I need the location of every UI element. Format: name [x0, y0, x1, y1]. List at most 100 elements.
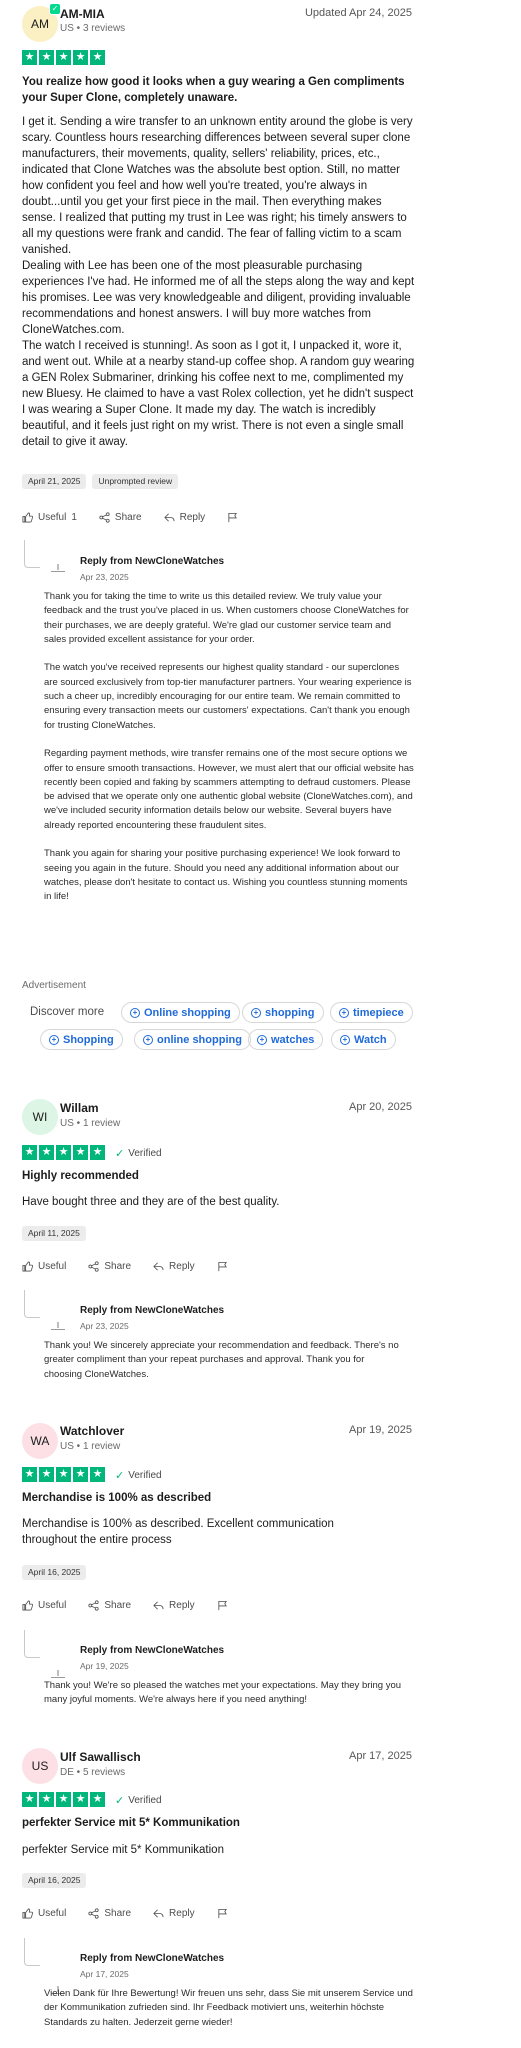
checkmark-icon: ✓ [115, 1795, 125, 1807]
reply-connector [24, 1630, 40, 1658]
share-button[interactable]: Share [88, 1261, 131, 1272]
share-button[interactable]: Share [88, 1600, 131, 1611]
share-button[interactable]: Share [99, 512, 142, 523]
useful-button[interactable]: Useful 1 [22, 512, 77, 523]
review-tags: April 11, 2025 [22, 1223, 86, 1241]
star-icon: ★ [73, 1792, 88, 1807]
reply-date: Apr 17, 2025 [80, 1969, 129, 1979]
reviewer-meta: US • 1 review [60, 1118, 121, 1129]
star-icon: ★ [39, 1467, 54, 1482]
review-date: Apr 17, 2025 [349, 1750, 412, 1762]
reply-connector [24, 1938, 40, 1966]
review-body: I get it. Sending a wire transfer to an … [22, 116, 415, 448]
share-icon [88, 1600, 99, 1611]
plus-circle-icon: + [257, 1034, 267, 1045]
reply-button[interactable]: Reply [163, 512, 205, 523]
avatar[interactable]: AM ✓ [22, 3, 61, 42]
review-title[interactable]: You realize how good it looks when a guy… [22, 74, 422, 106]
reply-button[interactable]: Reply [153, 1908, 195, 1919]
verified-badge[interactable]: ✓ Verified [115, 1794, 162, 1807]
star-icon: ★ [22, 1467, 37, 1482]
reviewer-name[interactable]: AM-MIA [60, 7, 105, 21]
checkmark-icon: ✓ [115, 1470, 125, 1482]
flag-icon [218, 1261, 227, 1272]
plus-circle-icon: + [340, 1034, 350, 1045]
reply-button[interactable]: Reply [153, 1261, 195, 1272]
star-rating: ★ ★ ★ ★ ★ [22, 1467, 105, 1482]
advertisement-label: Advertisement [22, 980, 86, 991]
discover-more-label: Discover more [30, 1006, 105, 1018]
discover-pill[interactable]: + Shopping [40, 1029, 123, 1050]
reply-button[interactable]: Reply [153, 1600, 195, 1611]
thumbs-up-icon [22, 1261, 33, 1272]
experience-date-chip: April 11, 2025 [22, 1226, 86, 1241]
reply-text: Vielen Dank für Ihre Bewertung! Wir freu… [44, 1988, 413, 2028]
reviewer-name[interactable]: Watchlover [60, 1424, 124, 1438]
reply-text: Thank you for taking the time to write u… [44, 591, 414, 903]
plus-circle-icon: + [49, 1034, 59, 1045]
report-button[interactable] [217, 1908, 228, 1919]
review-body: perfekter Service mit 5* Kommunikation [22, 1844, 224, 1856]
plus-circle-icon: + [251, 1007, 261, 1018]
share-icon [88, 1261, 99, 1272]
useful-button[interactable]: Useful [22, 1600, 66, 1611]
flag-icon [218, 1908, 227, 1919]
star-icon: ★ [73, 50, 88, 65]
star-icon: ★ [22, 1792, 37, 1807]
verified-badge[interactable]: ✓ Verified [115, 1147, 162, 1160]
plus-circle-icon: + [339, 1007, 349, 1018]
avatar[interactable]: US [22, 1748, 58, 1784]
review-title[interactable]: Highly recommended [22, 1168, 139, 1184]
useful-button[interactable]: Useful [22, 1261, 66, 1272]
report-button[interactable] [217, 1600, 228, 1611]
experience-date-chip: April 16, 2025 [22, 1565, 87, 1580]
share-icon [88, 1908, 99, 1919]
useful-label: Useful [38, 512, 67, 523]
star-icon: ★ [56, 50, 71, 65]
avatar-initials: AM [31, 17, 49, 31]
reply-text: Thank you! We're so pleased the watches … [44, 1680, 402, 1706]
report-button[interactable] [227, 512, 238, 523]
reply-from: Reply from NewCloneWatches [80, 1305, 225, 1316]
reviewer-meta: US • 3 reviews [60, 23, 126, 34]
reviewer-name[interactable]: Ulf Sawallisch [60, 1750, 141, 1764]
discover-pill[interactable]: + timepiece [330, 1002, 413, 1023]
discover-pill[interactable]: + watches [248, 1029, 324, 1050]
flag-icon [218, 1600, 227, 1611]
reply-text: Thank you! We sincerely appreciate your … [44, 1340, 399, 1380]
discover-pill[interactable]: + Watch [331, 1029, 396, 1050]
review-actions: Useful 1 Share Reply [22, 512, 260, 523]
share-button[interactable]: Share [88, 1908, 131, 1919]
review-actions: Useful Share Reply [22, 1600, 250, 1611]
reply-from: Reply from NewCloneWatches [80, 1953, 225, 1964]
reviewer-name[interactable]: Willam [60, 1101, 99, 1115]
thumbs-up-icon [22, 1600, 33, 1611]
star-icon: ★ [90, 1145, 105, 1160]
discover-pill[interactable]: + Online shopping [121, 1002, 240, 1023]
avatar[interactable]: WA [22, 1423, 58, 1459]
reply-from: Reply from NewCloneWatches [80, 1645, 225, 1656]
avatar[interactable]: WI [22, 1099, 58, 1135]
star-icon: ★ [56, 1792, 71, 1807]
verified-badge[interactable]: ✓ Verified [115, 1469, 162, 1482]
discover-pill[interactable]: + shopping [242, 1002, 324, 1023]
review-tags: April 16, 2025 [22, 1870, 87, 1888]
discover-pill[interactable]: + online shopping [134, 1029, 251, 1050]
useful-button[interactable]: Useful [22, 1908, 66, 1919]
thumbs-up-icon [22, 1908, 33, 1919]
star-icon: ★ [90, 1467, 105, 1482]
reply-arrow-icon [153, 1262, 164, 1271]
report-button[interactable] [217, 1261, 228, 1272]
star-icon: ★ [39, 1145, 54, 1160]
star-icon: ★ [22, 50, 37, 65]
reviews-page: AM ✓ AM-MIA US • 3 reviews Updated Apr 2… [0, 0, 521, 2048]
star-icon: ★ [22, 1145, 37, 1160]
review-title[interactable]: perfekter Service mit 5* Kommunikation [22, 1815, 240, 1831]
company-logo-icon [51, 1670, 65, 1678]
share-label: Share [114, 512, 142, 523]
company-logo-icon [51, 1322, 65, 1330]
star-icon: ★ [73, 1467, 88, 1482]
reply-connector [24, 540, 40, 568]
review-title[interactable]: Merchandise is 100% as described [22, 1490, 211, 1506]
unprompted-review-chip[interactable]: Unprompted review [92, 474, 179, 489]
